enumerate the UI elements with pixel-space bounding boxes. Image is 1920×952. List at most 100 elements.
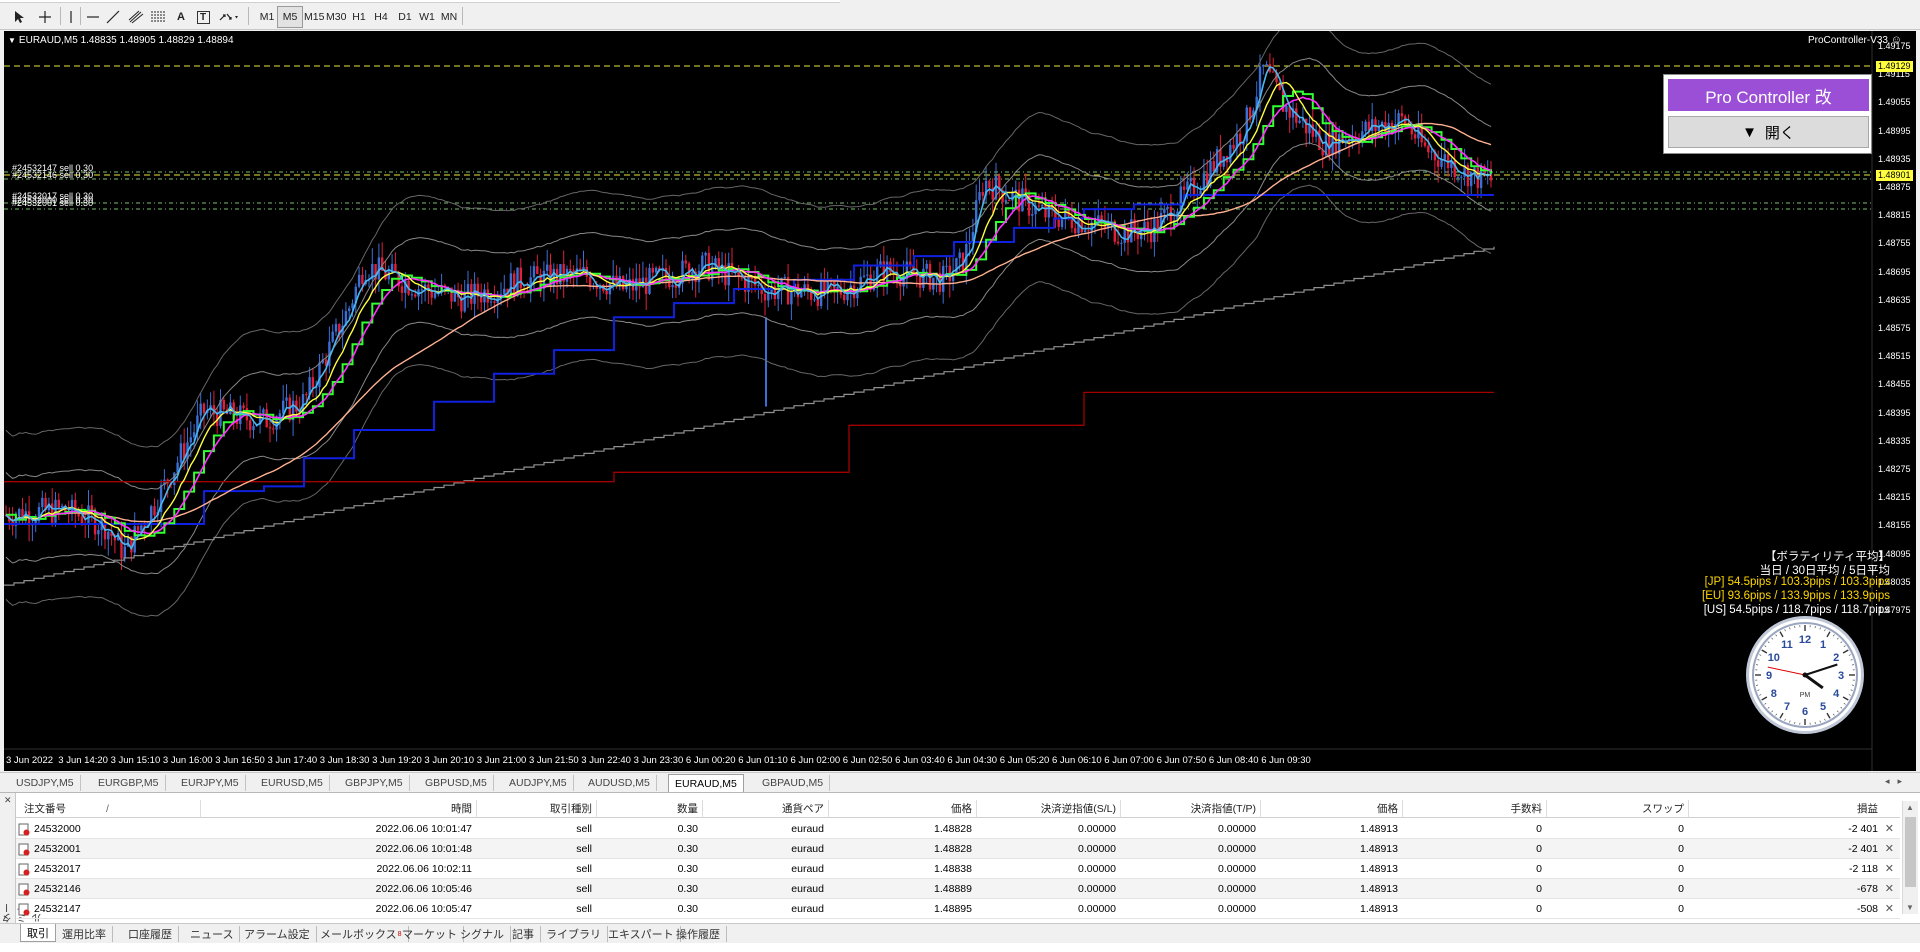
time-tick-label: 6 Jun 08:40: [1208, 755, 1259, 766]
price-tick-label: 1.48215: [1878, 492, 1911, 503]
scroll-down-icon[interactable]: ▼: [1906, 903, 1914, 912]
table-cell: 0: [1678, 863, 1684, 875]
terminal-tab[interactable]: 運用比率: [56, 926, 113, 942]
column-header[interactable]: 注文番号 /: [20, 800, 200, 818]
terminal-tab[interactable]: 取引: [20, 924, 56, 942]
vertical-scrollbar[interactable]: ▲ ▼: [1902, 801, 1918, 914]
terminal-tab[interactable]: 操作履歴: [670, 926, 727, 942]
column-header[interactable]: 数量: [596, 800, 702, 818]
candle-body: [757, 284, 760, 286]
candle-body: [671, 285, 674, 288]
terminal-tab[interactable]: シグナル: [454, 926, 511, 942]
symbol-tab[interactable]: EURGBP,M5: [92, 775, 166, 791]
symbol-tab[interactable]: EURAUD,M5: [668, 774, 744, 792]
table-row[interactable]: 24532000 2022.06.06 10:01:47 sell 0.30 eurau…: [16, 819, 1900, 839]
timeframe-h4[interactable]: H4: [368, 6, 394, 28]
terminal-tab[interactable]: ライブラリ: [540, 926, 608, 942]
scroll-up-icon[interactable]: ▲: [1906, 803, 1914, 812]
clock-am-pm: PM: [1800, 692, 1811, 699]
column-header[interactable]: 通貨ペア: [702, 800, 828, 818]
column-header[interactable]: 手数料: [1402, 800, 1546, 818]
candle-body: [958, 252, 961, 259]
column-header[interactable]: 決済指値(T/P): [1120, 800, 1260, 818]
symbol-tab[interactable]: AUDJPY,M5: [503, 775, 574, 791]
terminal-tab[interactable]: 記事: [506, 926, 541, 942]
candle-body: [97, 530, 100, 535]
price-tick-label: 1.48875: [1878, 182, 1911, 192]
column-header[interactable]: 時間: [200, 800, 476, 818]
table-row[interactable]: 24532017 2022.06.06 10:02:11 sell 0.30 eurau…: [16, 859, 1900, 879]
candle-body: [41, 497, 44, 508]
price-tick-label: 1.48515: [1878, 351, 1911, 362]
terminal-tab-label: 運用比率: [62, 929, 106, 941]
close-order-icon[interactable]: ✕: [1885, 819, 1894, 839]
pro-controller-open-button[interactable]: ▼ 開く: [1668, 116, 1869, 148]
price-tick-label: 1.48455: [1878, 379, 1911, 390]
candle-body: [1229, 144, 1232, 163]
open-button-label: 開く: [1764, 124, 1795, 142]
column-header-label: 手数料: [1510, 803, 1543, 815]
column-header[interactable]: 取引種別: [476, 800, 596, 818]
text-icon[interactable]: A: [172, 6, 190, 28]
candle-body: [519, 267, 522, 289]
terminal-tab[interactable]: メールボックス 8: [314, 926, 409, 942]
scroll-thumb[interactable]: [1905, 817, 1916, 887]
close-order-icon[interactable]: ✕: [1885, 859, 1894, 879]
horizontal-line-icon[interactable]: [84, 6, 102, 28]
candle-body: [945, 265, 948, 267]
vertical-line-icon[interactable]: [62, 6, 80, 28]
table-row[interactable]: 24532001 2022.06.06 10:01:48 sell 0.30 eurau…: [16, 839, 1900, 859]
symbol-tab[interactable]: AUDUSD,M5: [582, 775, 657, 791]
cursor-icon[interactable]: [8, 6, 30, 28]
symbol-tab[interactable]: GBPAUD,M5: [756, 775, 831, 791]
timeframe-mn[interactable]: MN: [436, 6, 462, 28]
column-header[interactable]: 損益: [1688, 800, 1882, 818]
symbol-tab[interactable]: GBPJPY,M5: [339, 775, 410, 791]
column-header[interactable]: スワップ: [1546, 800, 1688, 818]
candle-body: [433, 292, 437, 298]
column-header-label: 決済指値(T/P): [1190, 803, 1256, 815]
terminal-tab[interactable]: アラーム設定: [238, 926, 317, 942]
arrows-icon[interactable]: [216, 6, 242, 28]
price-tick-label: 1.49175: [1878, 41, 1911, 51]
fibonacci-icon[interactable]: [148, 6, 168, 28]
candle-body: [1037, 205, 1041, 207]
close-order-icon[interactable]: ✕: [1885, 839, 1894, 859]
symbol-tab[interactable]: EURUSD,M5: [255, 775, 330, 791]
symbol-tab[interactable]: USDJPY,M5: [10, 775, 81, 791]
crosshair-icon[interactable]: [34, 6, 56, 28]
table-cell: 0.00000: [1078, 863, 1116, 875]
clock-number: 3: [1838, 670, 1844, 682]
close-icon[interactable]: ✕: [4, 795, 12, 806]
order-icon: [18, 823, 30, 836]
candle-body: [466, 284, 470, 293]
candle-body: [1400, 113, 1404, 117]
time-tick-label: 6 Jun 02:00: [790, 755, 841, 766]
clock-face: 12 12 3 45678 9 1011 PM: [1752, 622, 1858, 728]
table-row[interactable]: 24532146 2022.06.06 10:05:46 sell 0.30 eurau…: [16, 879, 1900, 899]
terminal-tab[interactable]: ニュース: [184, 926, 241, 942]
tab-scroll-arrows[interactable]: ◂▸: [1885, 776, 1910, 787]
table-cell: -508: [1856, 903, 1878, 915]
candle-body: [199, 403, 202, 416]
close-order-icon[interactable]: ✕: [1885, 879, 1894, 899]
price-chart[interactable]: ▼ EURAUD,M5 1.48835 1.48905 1.48829 1.488…: [4, 31, 1916, 771]
column-header[interactable]: 価格: [1260, 800, 1402, 818]
equidistant-channel-icon[interactable]: [126, 6, 146, 28]
candle-body: [654, 267, 658, 273]
clock-number: 4: [1833, 688, 1840, 700]
terminal-tab[interactable]: エキスパート: [602, 926, 681, 942]
candle-body: [1074, 228, 1077, 234]
candle-body: [918, 276, 922, 288]
terminal-tab[interactable]: 口座履歴: [122, 926, 179, 942]
trend-line-icon[interactable]: [104, 6, 122, 28]
table-row[interactable]: 24532147 2022.06.06 10:05:47 sell 0.30 eurau…: [16, 899, 1900, 919]
close-order-icon[interactable]: ✕: [1885, 899, 1894, 919]
symbol-tab[interactable]: EURJPY,M5: [175, 775, 246, 791]
column-header[interactable]: 価格: [828, 800, 976, 818]
symbol-tab[interactable]: GBPUSD,M5: [419, 775, 494, 791]
time-tick-label: 6 Jun 09:30: [1261, 755, 1311, 766]
column-header[interactable]: 決済逆指値(S/L): [976, 800, 1120, 818]
text-label-icon[interactable]: T: [194, 6, 212, 28]
table-cell: 0: [1678, 823, 1684, 835]
